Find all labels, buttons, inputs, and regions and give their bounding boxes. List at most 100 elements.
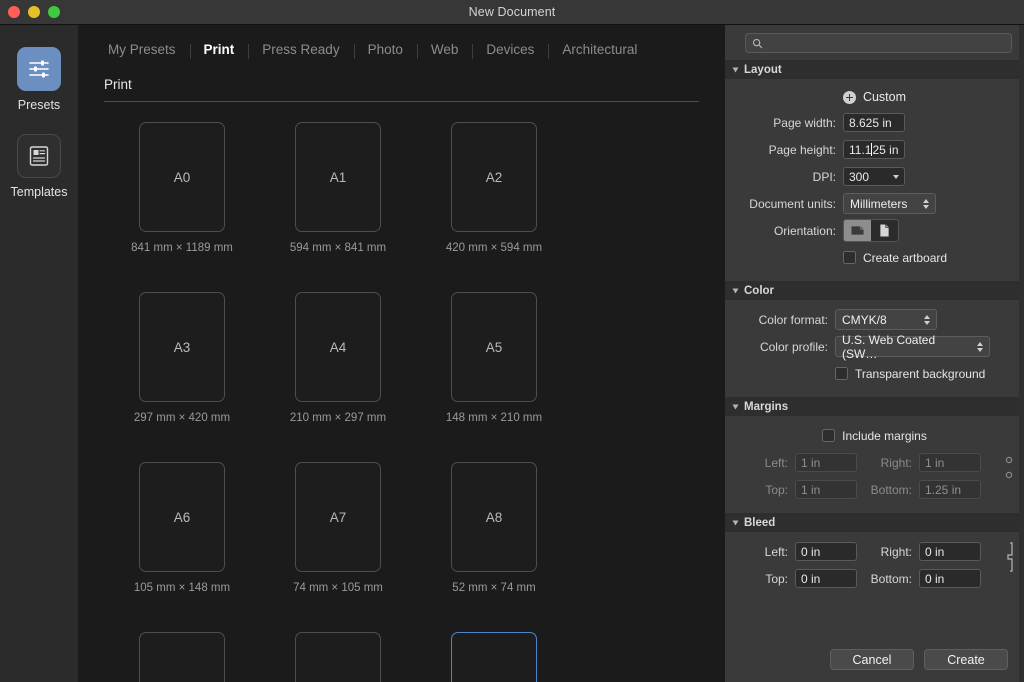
margins-link-icon[interactable] [1004, 454, 1014, 487]
tab-photo[interactable]: Photo [353, 42, 417, 59]
include-margins-checkbox[interactable]: Include margins [822, 429, 927, 443]
create-artboard-label: Create artboard [863, 250, 948, 265]
dpi-value: 300 [849, 169, 870, 184]
tab-web[interactable]: Web [416, 42, 473, 59]
preset-tile-a2[interactable]: A2 [451, 122, 537, 232]
group-body-margins: Include margins Left: 1 in Right: 1 in T… [725, 416, 1024, 513]
group-header-bleed[interactable]: Bleed [725, 513, 1024, 532]
tab-architectural[interactable]: Architectural [548, 42, 651, 59]
preset-cell: A9 37 mm × 52 mm [104, 632, 260, 682]
custom-preset-button[interactable]: Custom [725, 85, 1024, 109]
bleed-bottom-input[interactable]: 0 in [919, 569, 981, 588]
group-header-layout[interactable]: Layout [725, 60, 1024, 79]
preset-dims: 148 mm × 210 mm [445, 412, 543, 424]
orientation-portrait-button[interactable] [871, 220, 898, 241]
orientation-row: Orientation: [725, 217, 1024, 244]
margins-top-bottom-row: Top: 1 in Bottom: 1.25 in [725, 476, 1024, 503]
include-margins-row: Include margins [725, 422, 1024, 449]
preset-cell: A7 74 mm × 105 mm [260, 462, 416, 632]
margins-left-right-row: Left: 1 in Right: 1 in [725, 449, 1024, 476]
cancel-button[interactable]: Cancel [830, 649, 914, 670]
preset-cell: A3 297 mm × 420 mm [104, 292, 260, 462]
bleed-top-bottom-row: Top: 0 in Bottom: 0 in [725, 565, 1024, 592]
rail-item-templates[interactable]: Templates [0, 134, 78, 199]
color-format-select[interactable]: CMYK/8 [835, 309, 937, 330]
preset-tile-a9[interactable]: A9 [139, 632, 225, 682]
bleed-right-input[interactable]: 0 in [919, 542, 981, 561]
preset-tile-a8[interactable]: A8 [451, 462, 537, 572]
preset-dims: 297 mm × 420 mm [133, 412, 231, 424]
preset-tile-a1[interactable]: A1 [295, 122, 381, 232]
margin-left-input[interactable]: 1 in [795, 453, 857, 472]
color-profile-select[interactable]: U.S. Web Coated (SW… [835, 333, 990, 361]
page-width-row: Page width: 8.625 in [725, 109, 1024, 136]
bleed-left-input[interactable]: 0 in [795, 542, 857, 561]
orientation-landscape-button[interactable] [844, 220, 871, 241]
color-profile-label: Color profile: [759, 339, 828, 354]
group-title: Color [744, 284, 775, 297]
rail-item-presets[interactable]: Presets [0, 47, 78, 112]
preset-tile-a7[interactable]: A7 [295, 462, 381, 572]
margin-bottom-input[interactable]: 1.25 in [919, 480, 981, 499]
tab-print[interactable]: Print [189, 42, 249, 59]
bleed-left-label: Left: [764, 544, 788, 559]
inspector-scrollbar[interactable] [1019, 25, 1024, 682]
preset-tile-a4[interactable]: A4 [295, 292, 381, 402]
preset-cell: A0 841 mm × 1189 mm [104, 122, 260, 292]
margin-right-input[interactable]: 1 in [919, 453, 981, 472]
bleed-top-input[interactable]: 0 in [795, 569, 857, 588]
preset-cell: A1 594 mm × 841 mm [260, 122, 416, 292]
preset-tile-a3[interactable]: A3 [139, 292, 225, 402]
preset-tile-letter[interactable]: Letter [451, 632, 537, 682]
color-format-value: CMYK/8 [842, 312, 887, 327]
group-body-layout: Custom Page width: 8.625 in Page height:… [725, 79, 1024, 281]
preset-tile-a5[interactable]: A5 [451, 292, 537, 402]
stepper-icon [923, 198, 929, 209]
document-units-select[interactable]: Millimeters [843, 193, 936, 214]
search-container [725, 25, 1024, 60]
orientation-label: Orientation: [773, 223, 836, 238]
bleed-right-label: Right: [880, 544, 912, 559]
tab-my-presets[interactable]: My Presets [94, 42, 190, 57]
chevron-down-icon [732, 288, 739, 293]
stepper-icon [924, 314, 930, 325]
margin-top-input[interactable]: 1 in [795, 480, 857, 499]
preset-cell: A5 148 mm × 210 mm [416, 292, 572, 462]
page-height-input[interactable]: 11.1 25 in [843, 140, 905, 159]
tab-press-ready[interactable]: Press Ready [248, 42, 353, 59]
preset-cell: A10 26 mm × 37 mm [260, 632, 416, 682]
group-header-margins[interactable]: Margins [725, 397, 1024, 416]
tab-devices[interactable]: Devices [472, 42, 548, 59]
transparent-background-row: Transparent background [725, 360, 1024, 387]
custom-label: Custom [862, 90, 907, 104]
checkbox-box [822, 429, 836, 442]
bleed-top-label: Top: [765, 571, 788, 586]
preset-tile-a6[interactable]: A6 [139, 462, 225, 572]
document-units-label: Document units: [749, 196, 836, 211]
chevron-down-icon [732, 67, 739, 72]
page-height-label: Page height: [768, 142, 836, 157]
page-width-input[interactable]: 8.625 in [843, 113, 905, 132]
group-header-color[interactable]: Color [725, 281, 1024, 300]
search-field[interactable] [745, 33, 1012, 53]
create-artboard-checkbox[interactable]: Create artboard [843, 251, 947, 265]
group-title: Bleed [744, 516, 776, 529]
document-units-row: Document units: Millimeters [725, 190, 1024, 217]
group-body-bleed: Left: 0 in Right: 0 in Top: 0 in Bottom:… [725, 532, 1024, 602]
preset-dims: 52 mm × 74 mm [452, 582, 536, 594]
checkbox-box [835, 367, 848, 380]
preset-tile-a10[interactable]: A10 [295, 632, 381, 682]
preset-grid: A0 841 mm × 1189 mm A1 594 mm × 841 mm A… [104, 122, 725, 682]
preset-tile-a0[interactable]: A0 [139, 122, 225, 232]
bleed-bottom-label: Bottom: [870, 571, 912, 586]
bleed-link-icon[interactable] [1002, 540, 1014, 579]
margin-top-label: Top: [765, 482, 788, 497]
create-button[interactable]: Create [924, 649, 1008, 670]
chevron-down-icon [732, 404, 739, 409]
dialog-footer: Cancel Create [725, 637, 1024, 682]
orientation-segmented-control [843, 219, 899, 242]
checkbox-box [843, 251, 856, 264]
search-input[interactable] [768, 37, 1005, 49]
transparent-background-checkbox[interactable]: Transparent background [835, 367, 985, 381]
dpi-dropdown[interactable]: 300 [843, 167, 905, 186]
